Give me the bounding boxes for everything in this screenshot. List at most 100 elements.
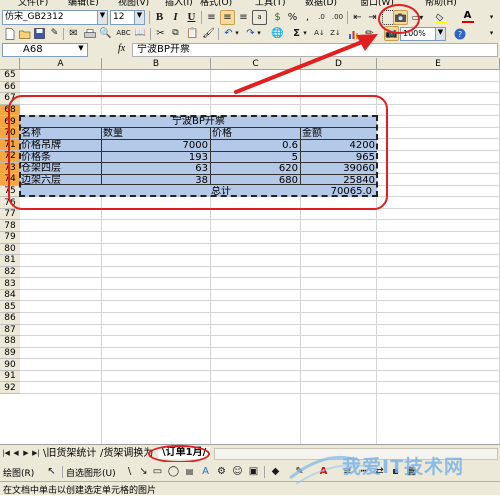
merge-center-icon[interactable]: a [252, 10, 267, 25]
save-icon[interactable] [32, 26, 47, 41]
bold-button[interactable]: B [152, 10, 167, 25]
decrease-indent-icon[interactable]: ⇤ [350, 10, 365, 25]
cut-icon[interactable]: ✂ [153, 26, 168, 41]
diagram-icon[interactable]: ⚙ [214, 464, 229, 479]
fill-color-draw-icon[interactable]: ◆ [268, 464, 283, 479]
format-painter-icon[interactable]: 🖌 [201, 26, 216, 41]
row-header-86[interactable]: 86 [0, 313, 20, 325]
decrease-decimal-icon[interactable]: .00 [330, 10, 345, 25]
picture-icon[interactable]: ▣ [246, 464, 261, 479]
percent-button[interactable]: % [285, 10, 300, 25]
font-name-dropdown[interactable]: ▼ [97, 11, 107, 24]
row-header-79[interactable]: 79 [0, 232, 20, 244]
textbox-icon[interactable]: ▤ [182, 464, 197, 479]
row-header-85[interactable]: 85 [0, 301, 20, 313]
research-icon[interactable]: 📖 [133, 26, 148, 41]
rectangle-icon[interactable]: ▭ [150, 464, 165, 479]
row-header-88[interactable]: 88 [0, 336, 20, 348]
line-color-icon[interactable]: ✎ [292, 464, 307, 479]
font-name-box[interactable]: 仿宋_GB2312 [2, 10, 108, 25]
currency-icon[interactable]: $ [270, 10, 285, 25]
drawing-icon[interactable]: ✏ [362, 26, 377, 41]
underline-button[interactable]: U [184, 10, 199, 25]
font-color-draw-icon[interactable]: A [316, 464, 331, 479]
clipart-icon[interactable]: ☺ [230, 464, 245, 479]
row-header-77[interactable]: 77 [0, 208, 20, 221]
horizontal-scrollbar[interactable] [214, 448, 498, 460]
font-color-button[interactable]: A [460, 9, 475, 24]
menu-format[interactable]: 格式(O) [200, 0, 232, 8]
hyperlink-icon[interactable]: 🌐 [270, 26, 285, 41]
sort-ascending-icon[interactable]: A↓ [312, 26, 327, 41]
menu-file[interactable]: 文件(F) [18, 0, 48, 8]
new-icon[interactable] [2, 26, 17, 41]
spelling-icon[interactable]: ABC [116, 26, 131, 41]
first-sheet-icon[interactable]: |◀ [1, 446, 11, 461]
select-objects-icon[interactable]: ↖ [44, 464, 59, 479]
column-header-e[interactable]: E [377, 58, 500, 70]
italic-button[interactable]: I [168, 10, 183, 25]
row-header-81[interactable]: 81 [0, 255, 20, 267]
increase-decimal-icon[interactable]: .0 [314, 10, 329, 25]
open-icon[interactable] [17, 26, 32, 41]
last-sheet-icon[interactable]: ▶| [31, 446, 41, 461]
formula-input[interactable]: 宁波BP开票 [132, 43, 498, 57]
line-style-icon[interactable]: ≡ [340, 464, 355, 479]
align-right-icon[interactable]: ≡ [236, 10, 251, 25]
row-header-90[interactable]: 90 [0, 359, 20, 371]
column-header-a[interactable]: A [20, 58, 102, 70]
menu-data[interactable]: 数据(D) [305, 0, 337, 8]
name-box-dropdown[interactable]: ▼ [75, 44, 87, 56]
undo-dropdown-icon[interactable]: ▾ [233, 26, 241, 41]
row-header-91[interactable]: 91 [0, 370, 20, 383]
shadow-icon[interactable]: ▪ [388, 464, 403, 479]
email-icon[interactable]: ✉ [66, 26, 81, 41]
help-icon[interactable]: ? [452, 26, 467, 41]
menu-tools[interactable]: 工具(T) [255, 0, 286, 8]
line-icon[interactable]: \ [122, 464, 137, 479]
draw-menu[interactable]: 绘图(R) [3, 466, 34, 479]
row-header-84[interactable]: 84 [0, 289, 20, 302]
row-header-89[interactable]: 89 [0, 347, 20, 360]
autosum-dropdown-icon[interactable]: ▾ [301, 26, 309, 41]
select-all-corner[interactable] [0, 58, 20, 70]
align-center-icon[interactable]: ≡ [220, 10, 235, 25]
print-icon[interactable] [82, 26, 97, 41]
prev-sheet-icon[interactable]: ◀ [11, 446, 21, 461]
next-sheet-icon[interactable]: ▶ [21, 446, 31, 461]
redo-dropdown-icon[interactable]: ▾ [255, 26, 263, 41]
toolbar-options-icon-2[interactable]: ▾ [484, 26, 499, 41]
spreadsheet-grid[interactable]: A B C D E 65 66 67 68 69 70 71 72 73 74 75 76 77 78 79… [0, 58, 500, 444]
row-header-80[interactable]: 80 [0, 243, 20, 256]
row-header-92[interactable]: 92 [0, 382, 20, 394]
print-preview-icon[interactable]: 🔍 [98, 26, 113, 41]
dash-style-icon[interactable]: ┅ [356, 464, 371, 479]
zoom-dropdown[interactable]: ▼ [435, 28, 445, 40]
oval-icon[interactable]: ◯ [166, 464, 181, 479]
fx-icon[interactable]: fx [118, 43, 125, 54]
row-header-66[interactable]: 66 [0, 81, 20, 94]
paste-icon[interactable]: 📋 [185, 26, 200, 41]
column-header-c[interactable]: C [211, 58, 301, 70]
chart-wizard-icon[interactable] [346, 26, 361, 41]
row-header-87[interactable]: 87 [0, 324, 20, 337]
row-header-65[interactable]: 65 [0, 70, 20, 82]
menu-view[interactable]: 视图(V) [118, 0, 149, 8]
align-left-icon[interactable]: ≡ [204, 10, 219, 25]
menu-help[interactable]: 帮助(H) [425, 0, 457, 8]
fill-color-icon[interactable] [433, 10, 448, 25]
font-size-dropdown[interactable]: ▼ [134, 11, 144, 24]
copy-icon[interactable]: ⧉ [168, 26, 183, 41]
toolbar-options-icon[interactable]: ▾ [484, 10, 499, 25]
column-header-b[interactable]: B [102, 58, 211, 70]
menu-insert[interactable]: 插入(I) [165, 0, 193, 8]
arrow-style-icon[interactable]: ⇄ [372, 464, 387, 479]
arrow-icon[interactable]: ↘ [136, 464, 151, 479]
autoshapes-menu[interactable]: 自选图形(U) [66, 466, 116, 479]
row-header-78[interactable]: 78 [0, 220, 20, 232]
row-header-82[interactable]: 82 [0, 266, 20, 279]
menu-edit[interactable]: 编辑(E) [68, 0, 99, 8]
sheet-tab-old-shelf[interactable]: \旧货架统计 [43, 448, 96, 460]
permission-icon[interactable]: ✎ [47, 26, 62, 41]
wordart-icon[interactable]: A [198, 464, 213, 479]
